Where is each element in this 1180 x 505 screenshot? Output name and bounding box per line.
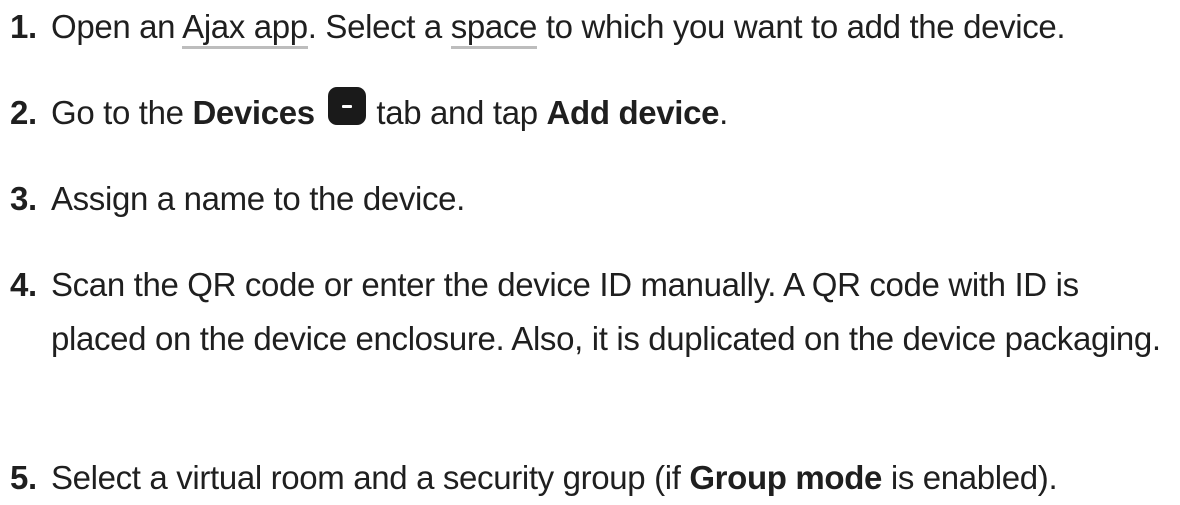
step-number: 1. [10, 8, 37, 45]
group-mode-label: Group mode [689, 459, 883, 496]
step-number: 3. [10, 180, 37, 217]
add-device-label: Add device [546, 94, 720, 131]
step-text-segment: Go to the [51, 94, 193, 131]
step-text-segment: . [719, 94, 728, 131]
step-text-segment: to which you want to add the device. [537, 8, 1066, 45]
step-item: 3. Assign a name to the device. [10, 172, 1176, 226]
step-text: Assign a name to the device. [51, 180, 465, 217]
step-text: Open an Ajax app. Select a space to whic… [10, 0, 1176, 54]
step-item: 4. Scan the QR code or enter the device … [10, 258, 1176, 366]
ajax-app-link[interactable]: Ajax app [182, 8, 308, 49]
step-item: 2. Go to the Devices tab and tap Add dev… [10, 86, 1176, 140]
step-text-segment: . Select a [307, 8, 451, 45]
step-text: Go to the Devices tab and tap Add device… [10, 86, 1176, 140]
step-text-segment: Select a virtual room and a security gro… [51, 459, 690, 496]
step-text-segment: is enabled). [882, 459, 1058, 496]
devices-icon [327, 87, 366, 125]
step-number: 2. [10, 94, 37, 131]
step-text-segment: tab and tap [367, 94, 547, 131]
instruction-steps-list: 1. Open an Ajax app. Select a space to w… [0, 0, 1180, 497]
devices-tab-label: Devices [192, 94, 315, 131]
step-number: 4. [10, 266, 37, 303]
step-text: Scan the QR code or enter the device ID … [51, 266, 1161, 357]
step-text-segment: Open an [51, 8, 183, 45]
step-item: 1. Open an Ajax app. Select a space to w… [10, 0, 1176, 54]
space-link[interactable]: space [450, 8, 537, 49]
